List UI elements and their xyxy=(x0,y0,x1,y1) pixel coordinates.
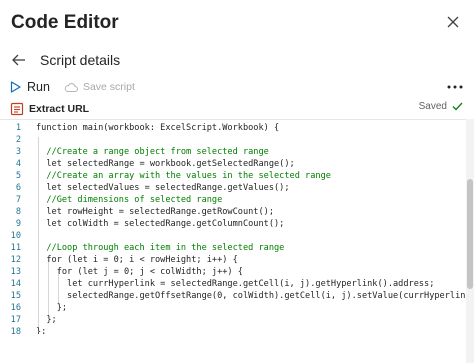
line-number: 8 xyxy=(15,207,21,217)
line-code[interactable]: //Get dimensions of selected range xyxy=(36,195,222,205)
code-line[interactable]: 8 let rowHeight = selectedRange.getRowCo… xyxy=(0,206,274,218)
line-number: 13 xyxy=(10,267,21,277)
code-line[interactable]: 10 xyxy=(0,230,21,242)
cloud-icon xyxy=(64,82,78,92)
line-code[interactable]: let colWidth = selectedRange.getColumnCo… xyxy=(36,219,284,229)
close-icon xyxy=(447,16,459,28)
more-options-button[interactable] xyxy=(445,78,465,96)
run-label: Run xyxy=(27,80,50,94)
line-number: 4 xyxy=(15,159,21,169)
line-code[interactable]: selectedRange.getOffsetRange(0, colWidth… xyxy=(36,291,466,301)
vertical-scrollbar[interactable] xyxy=(466,119,474,363)
nav-title: Script details xyxy=(40,52,121,68)
pane-title: Code Editor xyxy=(11,12,119,33)
back-button[interactable] xyxy=(10,51,28,69)
line-number: 17 xyxy=(10,315,21,325)
line-number: 12 xyxy=(10,255,21,265)
saved-status: Saved xyxy=(419,101,463,112)
more-icon xyxy=(447,85,463,89)
code-line[interactable]: 1 function main(workbook: ExcelScript.Wor… xyxy=(0,122,279,134)
code-line[interactable]: 5 //Create an array with the values in t… xyxy=(0,170,331,182)
play-icon xyxy=(10,81,21,93)
run-button[interactable]: Run xyxy=(10,80,50,94)
code-line[interactable]: 16 }; xyxy=(0,302,67,314)
line-code[interactable]: function main(workbook: ExcelScript.Work… xyxy=(36,123,279,133)
code-line[interactable]: 7 //Get dimensions of selected range xyxy=(0,194,222,206)
code-line[interactable]: 13 for (let j = 0; j < colWidth; j++) { xyxy=(0,266,243,278)
line-number: 16 xyxy=(10,303,21,313)
code-editor-pane: Code Editor Script details Run Save scri… xyxy=(0,0,474,363)
saved-label: Saved xyxy=(418,101,447,112)
script-name[interactable]: Extract URL xyxy=(29,103,89,115)
line-code[interactable]: //Loop through each item in the selected… xyxy=(36,243,284,253)
code-line[interactable]: 14 let currHyperlink = selectedRange.get… xyxy=(0,278,435,290)
line-code[interactable]: let selectedValues = selectedRange.getVa… xyxy=(36,183,289,193)
script-toolbar: Run Save script xyxy=(10,78,465,96)
line-code[interactable]: let selectedRange = workbook.getSelected… xyxy=(36,159,294,169)
code-line[interactable]: 12 for (let i = 0; i < rowHeight; i++) { xyxy=(0,254,238,266)
arrow-left-icon xyxy=(12,54,25,66)
code-line[interactable]: 11 //Loop through each item in the selec… xyxy=(0,242,285,254)
line-number: 7 xyxy=(15,195,21,205)
line-number: 15 xyxy=(10,291,21,301)
line-code[interactable]: let rowHeight = selectedRange.getRowCoun… xyxy=(36,207,274,217)
line-code[interactable]: for (let j = 0; j < colWidth; j++) { xyxy=(36,267,243,277)
line-number: 14 xyxy=(10,279,21,289)
line-code[interactable]: //Create a range object from selected ra… xyxy=(36,147,268,157)
line-number: 3 xyxy=(15,147,21,157)
line-number: 5 xyxy=(15,171,21,181)
line-code[interactable]: }; xyxy=(36,315,56,325)
script-file-icon xyxy=(10,102,24,116)
save-script-button[interactable]: Save script xyxy=(64,81,135,93)
editor-footer xyxy=(0,334,466,363)
code-line[interactable]: 3 //Create a range object from selected … xyxy=(0,146,269,158)
scrollbar-thumb[interactable] xyxy=(467,179,473,289)
line-number: 9 xyxy=(15,219,21,229)
checkmark-icon xyxy=(452,102,463,111)
code-editor[interactable]: 1 function main(workbook: ExcelScript.Wor… xyxy=(0,119,466,335)
code-line[interactable]: 9 let colWidth = selectedRange.getColumn… xyxy=(0,218,285,230)
code-line[interactable]: 15 selectedRange.getOffsetRange(0, colWi… xyxy=(0,290,466,302)
line-number: 1 xyxy=(15,123,21,133)
line-code[interactable]: let currHyperlink = selectedRange.getCel… xyxy=(36,279,434,289)
code-line[interactable]: 4 let selectedRange = workbook.getSelect… xyxy=(0,158,295,170)
line-number: 6 xyxy=(15,183,21,193)
line-code[interactable]: //Create an array with the values in the… xyxy=(36,171,331,181)
script-details-nav: Script details xyxy=(10,50,120,70)
line-code[interactable]: }; xyxy=(36,303,67,313)
line-code[interactable]: for (let i = 0; i < rowHeight; i++) { xyxy=(36,255,237,265)
script-file-row: Extract URL Saved xyxy=(10,101,465,117)
line-number: 2 xyxy=(15,135,21,145)
code-line[interactable]: 6 let selectedValues = selectedRange.get… xyxy=(0,182,290,194)
save-script-label: Save script xyxy=(82,81,135,93)
line-number: 10 xyxy=(10,231,21,241)
close-button[interactable] xyxy=(443,12,463,32)
code-line[interactable]: 17 }; xyxy=(0,314,57,326)
code-line[interactable]: 2 xyxy=(0,134,21,146)
line-number: 11 xyxy=(10,243,21,253)
